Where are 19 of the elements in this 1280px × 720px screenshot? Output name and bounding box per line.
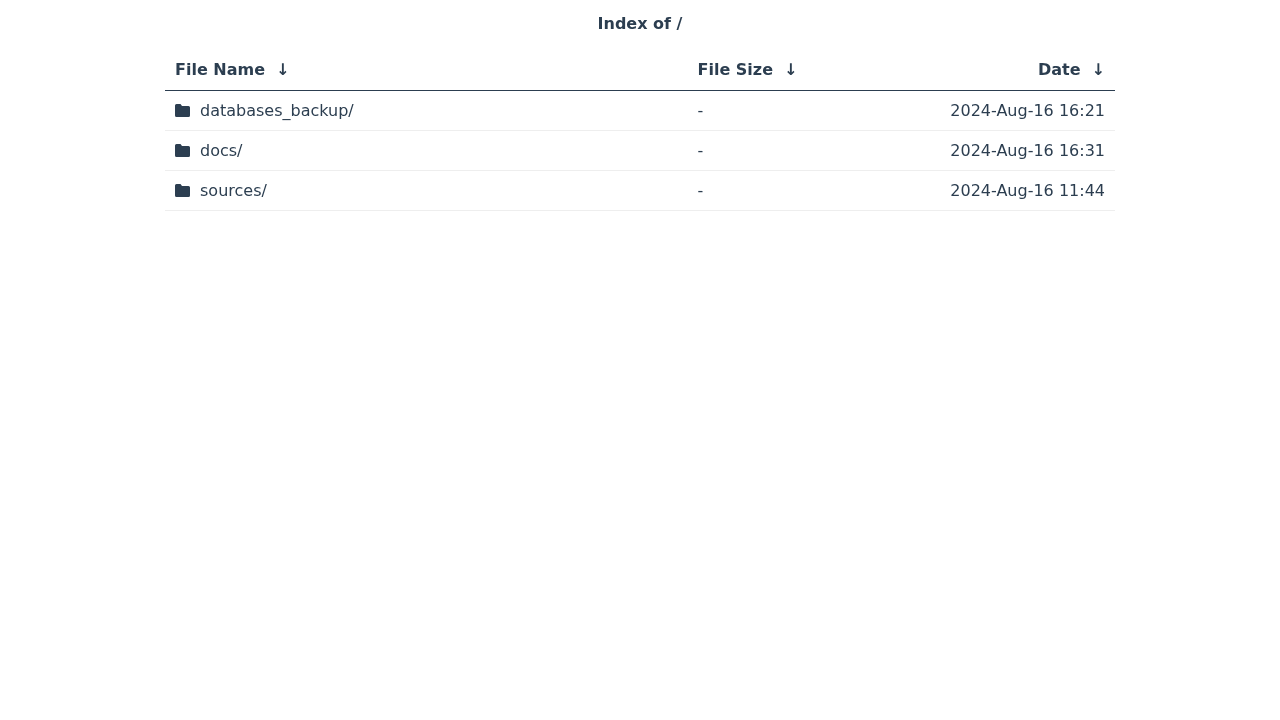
- column-header-link[interactable]: File Name: [175, 60, 266, 79]
- sort-arrow[interactable]: ↓: [276, 60, 290, 79]
- page-title: Index of /: [596, 13, 684, 35]
- column-header-link[interactable]: File Size: [697, 60, 773, 79]
- file-link[interactable]: docs/: [200, 140, 243, 160]
- folder-icon: [175, 103, 190, 117]
- file-date: 2024-Aug-16 11:44: [950, 180, 1105, 200]
- sort-arrow[interactable]: ↓: [1091, 60, 1105, 79]
- folder-icon: [175, 183, 190, 197]
- file-link[interactable]: sources/: [200, 180, 267, 200]
- file-size: -: [697, 140, 704, 160]
- sort-arrow[interactable]: ↓: [784, 60, 798, 79]
- file-link[interactable]: databases_backup/: [200, 100, 354, 120]
- column-header-link[interactable]: Date: [1038, 60, 1081, 79]
- file-date: 2024-Aug-16 16:21: [950, 100, 1105, 120]
- file-size: -: [697, 100, 704, 120]
- file-size: -: [697, 180, 704, 200]
- folder-icon: [175, 143, 190, 157]
- file-date: 2024-Aug-16 16:31: [950, 140, 1105, 160]
